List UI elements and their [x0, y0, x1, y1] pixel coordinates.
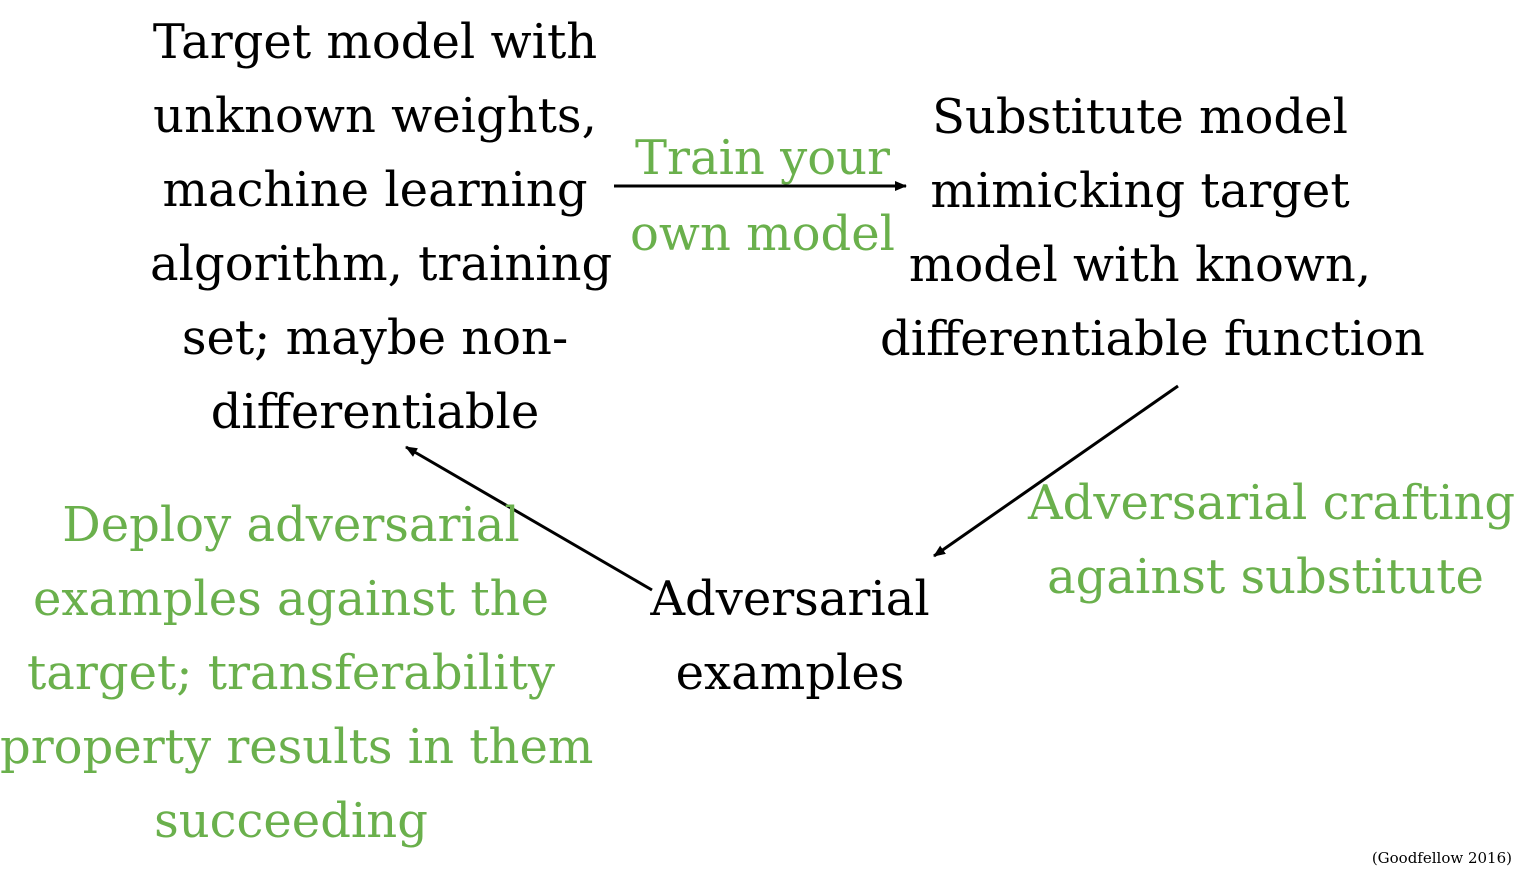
target-model-line: algorithm, training	[150, 236, 613, 292]
target-model-line: machine learning	[162, 162, 588, 218]
target-model-line: unknown weights,	[153, 88, 597, 144]
train-edge-line: own model	[629, 206, 896, 262]
deploy-edge-line: succeeding	[154, 793, 428, 849]
crafting-edge-label: Adversarial crafting against substitute	[1028, 466, 1516, 614]
adversarial-examples-node: Adversarial examples	[650, 562, 930, 710]
citation: (Goodfellow 2016)	[1371, 849, 1512, 867]
adversarial-examples-line: Adversarial	[650, 571, 930, 627]
substitute-model-node: Substitute model mimicking target model …	[880, 80, 1425, 376]
train-edge-line: Train your	[635, 130, 890, 186]
deploy-edge-line: property results in them	[0, 719, 594, 775]
deploy-edge-line: target; transferability	[26, 645, 556, 701]
substitute-model-line: Substitute model	[932, 89, 1348, 145]
substitute-model-line: mimicking target	[930, 163, 1350, 219]
substitute-model-line: differentiable function	[880, 311, 1425, 367]
deploy-edge-line: Deploy adversarial	[62, 497, 520, 553]
target-model-line: Target model with	[152, 14, 598, 70]
deploy-edge-label: Deploy adversarial examples against the …	[0, 488, 594, 858]
train-edge-label: Train your own model	[625, 120, 900, 272]
crafting-edge-line: against substitute	[1047, 549, 1484, 605]
adversarial-examples-line: examples	[675, 645, 905, 701]
target-model-line: set; maybe non-	[181, 310, 569, 366]
crafting-edge-line: Adversarial crafting	[1028, 475, 1516, 531]
target-model-line: differentiable	[210, 384, 540, 440]
diagram-canvas: Target model with unknown weights, machi…	[0, 0, 1522, 875]
substitute-model-line: model with known,	[908, 237, 1372, 293]
deploy-edge-line: examples against the	[33, 571, 549, 627]
target-model-node: Target model with unknown weights, machi…	[150, 5, 613, 449]
